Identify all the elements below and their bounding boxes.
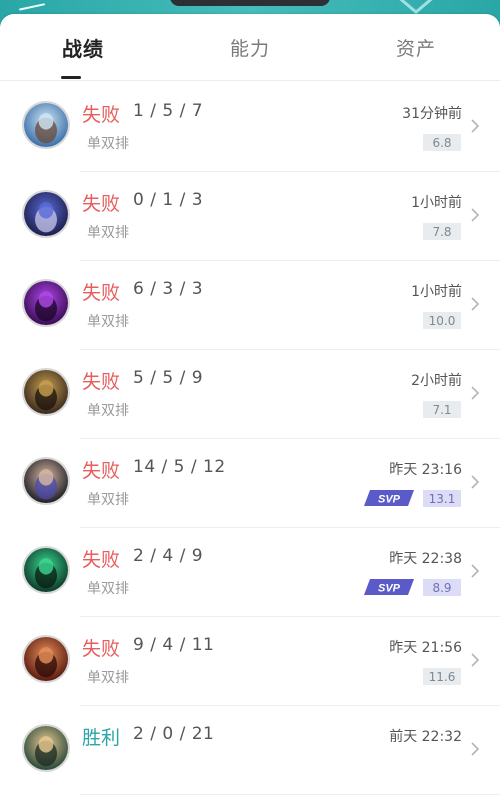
- chevron-right-icon: [470, 475, 480, 489]
- champion-portrait-icon: [22, 368, 70, 416]
- match-time: 2小时前: [411, 373, 462, 389]
- match-time: 昨天 23:16: [389, 462, 462, 478]
- performance-score: 7.8: [423, 223, 461, 240]
- match-row[interactable]: 失败 1 / 5 / 7 单双排 31分钟前 6.8: [0, 83, 500, 172]
- kda-text: 2 / 0 / 21: [133, 724, 215, 744]
- performance-score: 8.9: [423, 579, 461, 596]
- champion-portrait-icon: [22, 101, 70, 149]
- performance-score: 6.8: [423, 134, 461, 151]
- performance-score: 13.1: [423, 490, 461, 507]
- queue-mode: 单双排: [87, 670, 129, 686]
- header-pill: [170, 0, 330, 6]
- champion-portrait-icon: [22, 724, 70, 772]
- match-list: 失败 1 / 5 / 7 单双排 31分钟前 6.8 失败 0 / 1 / 3 单双排 1小时前…: [0, 83, 500, 795]
- queue-mode: 单双排: [87, 136, 129, 152]
- performance-score: 7.1: [423, 401, 461, 418]
- queue-mode: 单双排: [87, 403, 129, 419]
- svg-text:SVP: SVP: [378, 583, 401, 595]
- champion-portrait-icon: [22, 546, 70, 594]
- kda-text: 0 / 1 / 3: [133, 190, 204, 210]
- match-row[interactable]: 失败 2 / 4 / 9 单双排 昨天 22:38 SVP 8.9: [0, 528, 500, 617]
- match-result: 失败: [82, 193, 121, 215]
- match-time: 昨天 21:56: [389, 640, 462, 656]
- match-time: 31分钟前: [402, 106, 462, 122]
- match-result: 失败: [82, 282, 121, 304]
- match-result: 胜利: [82, 727, 121, 749]
- match-row[interactable]: 失败 5 / 5 / 9 单双排 2小时前 7.1: [0, 350, 500, 439]
- performance-score: 10.0: [423, 312, 461, 329]
- chevron-right-icon: [470, 208, 480, 222]
- match-result: 失败: [82, 460, 121, 482]
- svg-text:SVP: SVP: [378, 494, 401, 506]
- champion-portrait-icon: [22, 635, 70, 683]
- chevron-right-icon: [470, 386, 480, 400]
- match-result: 失败: [82, 371, 121, 393]
- tab-assets[interactable]: 资产: [346, 14, 486, 80]
- tab-ability[interactable]: 能力: [180, 14, 320, 80]
- performance-score: 11.6: [423, 668, 461, 685]
- match-row[interactable]: 失败 6 / 3 / 3 单双排 1小时前 10.0: [0, 261, 500, 350]
- match-row[interactable]: 失败 0 / 1 / 3 单双排 1小时前 7.8: [0, 172, 500, 261]
- match-result: 失败: [82, 638, 121, 660]
- match-result: 失败: [82, 104, 121, 126]
- champion-portrait-icon: [22, 190, 70, 238]
- kda-text: 1 / 5 / 7: [133, 101, 204, 121]
- match-time: 前天 22:32: [389, 729, 462, 745]
- chevron-right-icon: [470, 564, 480, 578]
- match-row[interactable]: 失败 14 / 5 / 12 单双排 昨天 23:16 SVP 13.1: [0, 439, 500, 528]
- kda-text: 6 / 3 / 3: [133, 279, 204, 299]
- chevron-right-icon: [470, 119, 480, 133]
- queue-mode: 单双排: [87, 314, 129, 330]
- queue-mode: 单双排: [87, 581, 129, 597]
- match-row[interactable]: 胜利 2 / 0 / 21 前天 22:32: [0, 706, 500, 795]
- kda-text: 9 / 4 / 11: [133, 635, 215, 655]
- queue-mode: 单双排: [87, 492, 129, 508]
- svp-badge-icon: SVP: [364, 577, 414, 597]
- back-arrow-icon[interactable]: [17, 0, 45, 11]
- match-result: 失败: [82, 549, 121, 571]
- tab-bar: 战绩 能力 资产: [0, 14, 500, 81]
- kda-text: 14 / 5 / 12: [133, 457, 226, 477]
- match-time: 1小时前: [411, 195, 462, 211]
- kda-text: 2 / 4 / 9: [133, 546, 204, 566]
- chevron-right-icon: [470, 297, 480, 311]
- match-time: 1小时前: [411, 284, 462, 300]
- champion-portrait-icon: [22, 457, 70, 505]
- match-time: 昨天 22:38: [389, 551, 462, 567]
- active-tab-indicator: [61, 76, 81, 79]
- svp-badge-icon: SVP: [364, 488, 414, 508]
- tab-match-history[interactable]: 战绩: [13, 14, 153, 80]
- kda-text: 5 / 5 / 9: [133, 368, 204, 388]
- chevron-right-icon: [470, 653, 480, 667]
- champion-portrait-icon: [22, 279, 70, 327]
- match-row[interactable]: 失败 9 / 4 / 11 单双排 昨天 21:56 11.6: [0, 617, 500, 706]
- queue-mode: 单双排: [87, 225, 129, 241]
- chevron-right-icon: [470, 742, 480, 756]
